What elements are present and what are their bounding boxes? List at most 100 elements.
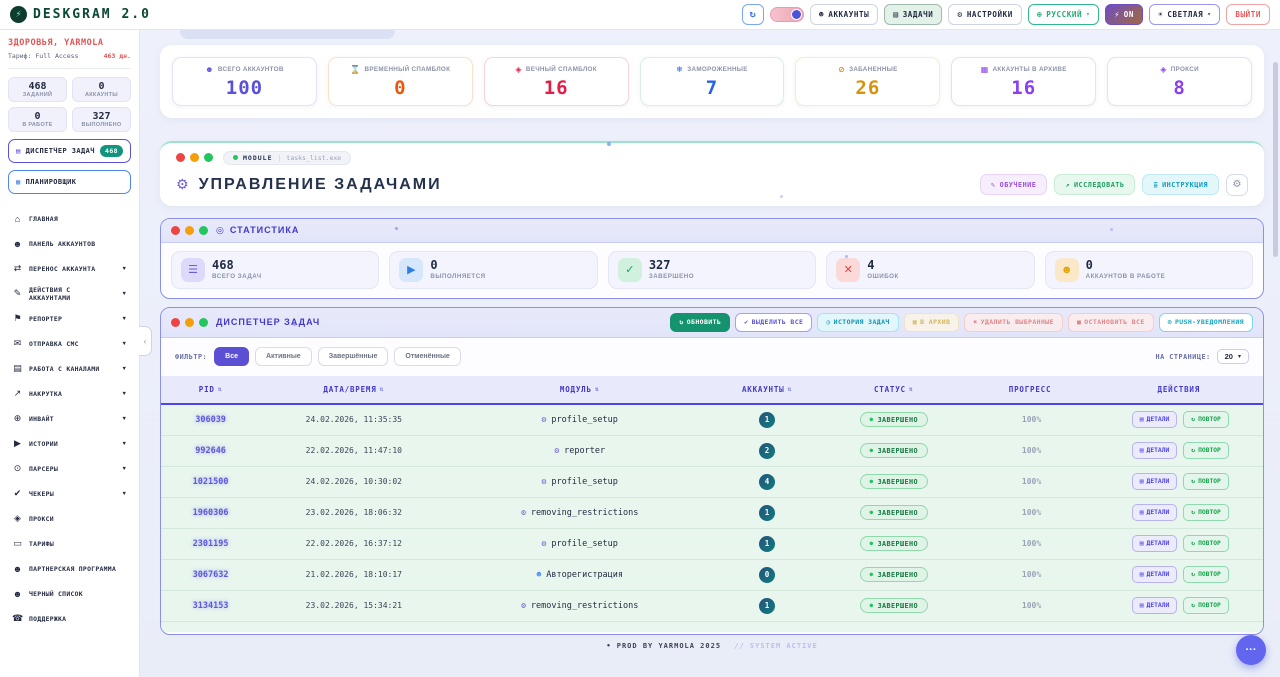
refresh-button[interactable]: ↻ (742, 4, 764, 25)
task-pid[interactable]: 1960306 (161, 508, 260, 518)
page-scrollbar[interactable] (1273, 32, 1279, 672)
sidebar-menu-item[interactable]: ✉ ОТПРАВКА СМС ▼ (8, 331, 131, 356)
sidebar-collapse-handle[interactable]: ‹ (139, 326, 152, 356)
sidebar-menu-item[interactable]: ▤ РАБОТА С КАНАЛАМИ ▼ (8, 356, 131, 381)
sidebar-menu-item[interactable]: ☻ ЧЕРНЫЙ СПИСОК (8, 581, 131, 606)
repeat-button[interactable]: ↻ ПОВТОР (1183, 473, 1229, 490)
statistics-card-label: ВЫПОЛНЯЕТСЯ (430, 273, 485, 280)
tasks-button[interactable]: ▤ ЗАДАЧИ (884, 4, 942, 25)
details-button[interactable]: ▤ ДЕТАЛИ (1132, 473, 1178, 490)
task-pid[interactable]: 306039 (161, 415, 260, 425)
module-settings-button[interactable]: ⚙ (1226, 174, 1248, 196)
statistics-card-icon: ☻ (1055, 258, 1079, 282)
sidebar-menu-item[interactable]: ☻ ПАРТНЕРСКАЯ ПРОГРАММА (8, 556, 131, 581)
accounts-count-badge: 4 (759, 474, 775, 490)
details-button[interactable]: ▤ ДЕТАЛИ (1132, 504, 1178, 521)
repeat-button[interactable]: ↻ ПОВТОР (1183, 535, 1229, 552)
sidebar-menu-item[interactable]: ✎ ДЕЙСТВИЯ С АККАУНТАМИ ▼ (8, 281, 131, 306)
table-row: 3067632 21.02.2026, 18:10:17 ☻ Авторегис… (161, 560, 1263, 591)
table-column-header[interactable]: ДЕЙСТВИЯ (1098, 385, 1263, 394)
chat-fab-button[interactable]: ··· (1236, 635, 1266, 665)
filter-button-label: Завершённые (329, 353, 378, 360)
module-name: profile_setup (551, 477, 618, 487)
repeat-button[interactable]: ↻ ПОВТОР (1183, 504, 1229, 521)
table-column-header[interactable]: ПРОГРЕСС (965, 385, 1097, 394)
table-column-header[interactable]: АККАУНТЫ ⇅ (712, 385, 822, 394)
module-name: removing_restrictions (531, 601, 638, 611)
task-pid[interactable]: 3134153 (161, 601, 260, 611)
minimize-dot (185, 318, 194, 327)
scrollbar-thumb[interactable] (1273, 62, 1278, 257)
logout-button[interactable]: ВЫЙТИ (1226, 4, 1270, 25)
repeat-button[interactable]: ↻ ПОВТОР (1183, 597, 1229, 614)
dispatcher-action-button[interactable]: ✖ УДАЛИТЬ ВЫБРАННЫЕ (964, 313, 1063, 332)
sidebar-item-planner[interactable]: ▦ ПЛАНИРОВЩИК (8, 170, 131, 194)
sidebar-menu-item[interactable]: ⌂ ГЛАВНАЯ (8, 206, 131, 231)
table-column-header[interactable]: МОДУЛЬ ⇅ (448, 385, 712, 394)
status-text: ЗАВЕРШЕНО (878, 509, 918, 517)
sidebar-menu-item[interactable]: ▶ ИСТОРИИ ▼ (8, 431, 131, 456)
menu-item-icon: ✎ (12, 288, 23, 299)
details-button[interactable]: ▤ ДЕТАЛИ (1132, 442, 1178, 459)
sidebar-menu-item[interactable]: ☎ ПОДДЕРЖКА (8, 606, 131, 631)
research-button[interactable]: ↗ ИССЛЕДОВАТЬ (1054, 174, 1135, 195)
task-pid[interactable]: 3067632 (161, 570, 260, 580)
table-column-header[interactable]: ДАТА/ВРЕМЯ ⇅ (260, 385, 447, 394)
menu-item-icon: ✔ (12, 488, 23, 499)
logout-label: ВЫЙТИ (1235, 10, 1261, 19)
dispatcher-action-button[interactable]: ✔ ВЫДЕЛИТЬ ВСЕ (735, 313, 812, 332)
task-pid[interactable]: 992646 (161, 446, 260, 456)
table-body: 306039 24.02.2026, 11:35:35 ⚙ profile_se… (161, 405, 1263, 622)
table-column-header[interactable]: PID ⇅ (161, 385, 260, 394)
filter-button[interactable]: Активные (255, 347, 312, 366)
table-column-header[interactable]: СТАТУС ⇅ (822, 385, 965, 394)
module-name: removing_restrictions (531, 508, 638, 518)
filter-button[interactable]: Отменённые (394, 347, 460, 366)
task-progress: 100% (965, 508, 1097, 517)
learning-button[interactable]: ✎ ОБУЧЕНИЕ (980, 174, 1047, 195)
power-toggle[interactable] (770, 7, 804, 22)
sidebar-menu-item[interactable]: ✔ ЧЕКЕРЫ ▼ (8, 481, 131, 506)
theme-dropdown[interactable]: ☀ СВЕТЛАЯ ▾ (1149, 4, 1220, 25)
dispatcher-action-button[interactable]: ⊙ PUSH-УВЕДОМЛЕНИЯ (1159, 313, 1253, 332)
top-bar: ⚡ DESKGRAM 2.0 ↻ ☻ АККАУНТЫ ▤ ЗАДАЧИ ⚙ Н… (0, 0, 1280, 30)
per-page-select[interactable]: 20 ▾ (1217, 349, 1249, 364)
language-dropdown[interactable]: ⊕ РУССКИЙ ▾ (1028, 4, 1099, 25)
statistics-card-label: ВСЕГО ЗАДАЧ (212, 273, 262, 280)
sidebar-menu-item[interactable]: ⊙ ПАРСЕРЫ ▼ (8, 456, 131, 481)
details-button[interactable]: ▤ ДЕТАЛИ (1132, 535, 1178, 552)
accounts-button[interactable]: ☻ АККАУНТЫ (810, 4, 878, 25)
on-mode-button[interactable]: ⚡ ON (1105, 4, 1143, 25)
settings-button[interactable]: ⚙ НАСТРОЙКИ (948, 4, 1021, 25)
sidebar-menu-item[interactable]: ◈ ПРОКСИ (8, 506, 131, 531)
instruction-button[interactable]: ≣ ИНСТРУКЦИЯ (1142, 174, 1219, 195)
dispatcher-action-button[interactable]: ▦ В АРХИВ (904, 313, 960, 332)
details-button[interactable]: ▤ ДЕТАЛИ (1132, 597, 1178, 614)
sidebar-menu-item[interactable]: ⇄ ПЕРЕНОС АККАУНТА ▼ (8, 256, 131, 281)
sidebar-menu-item[interactable]: ⚑ РЕПОРТЕР ▼ (8, 306, 131, 331)
sidebar-menu-item[interactable]: ☻ ПАНЕЛЬ АККАУНТОВ (8, 231, 131, 256)
page-title: ⚙ УПРАВЛЕНИЕ ЗАДАЧАМИ (176, 176, 442, 194)
task-pid[interactable]: 2301195 (161, 539, 260, 549)
task-actions-cell: ▤ ДЕТАЛИ ↻ ПОВТОР (1098, 566, 1263, 583)
task-pid[interactable]: 1021500 (161, 477, 260, 487)
book-icon: ≣ (1153, 181, 1158, 189)
sidebar-menu-item[interactable]: ⊕ ИНВАЙТ ▼ (8, 406, 131, 431)
dispatcher-action-button[interactable]: ◷ ИСТОРИЯ ЗАДАЧ (817, 313, 898, 332)
overview-stat-card: ▦ АККАУНТЫ В АРХИВЕ 16 (951, 57, 1096, 106)
repeat-button[interactable]: ↻ ПОВТОР (1183, 442, 1229, 459)
details-button[interactable]: ▤ ДЕТАЛИ (1132, 566, 1178, 583)
repeat-button[interactable]: ↻ ПОВТОР (1183, 411, 1229, 428)
details-button[interactable]: ▤ ДЕТАЛИ (1132, 411, 1178, 428)
dispatcher-action-button[interactable]: ↻ ОБНОВИТЬ (670, 313, 730, 332)
dispatcher-action-button[interactable]: ■ ОСТАНОВИТЬ ВСЕ (1068, 313, 1154, 332)
sidebar-menu-item[interactable]: ↗ НАКРУТКА ▼ (8, 381, 131, 406)
repeat-button[interactable]: ↻ ПОВТОР (1183, 566, 1229, 583)
gear-icon: ⚙ (176, 176, 191, 193)
sidebar-item-task-dispatcher[interactable]: ▤ ДИСПЕТЧЕР ЗАДАЧ 468 (8, 139, 131, 163)
filter-button[interactable]: Все (214, 347, 249, 366)
sidebar-menu-item[interactable]: ▭ ТАРИФЫ (8, 531, 131, 556)
document-icon: ▤ (1140, 416, 1144, 423)
filter-button[interactable]: Завершённые (318, 347, 389, 366)
task-accounts-cell: 1 (712, 412, 822, 428)
